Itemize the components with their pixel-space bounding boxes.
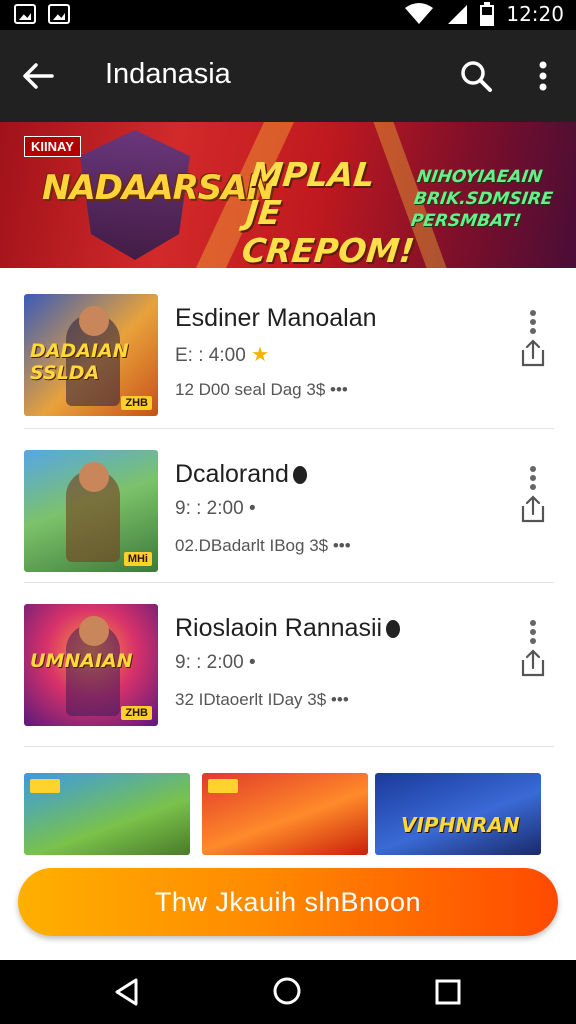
game-thumbnail: UMNAIAN ZHB (24, 604, 158, 726)
game-thumbnail: MHi (24, 450, 158, 572)
divider (24, 746, 554, 747)
featured-tile[interactable] (202, 773, 368, 855)
list-item[interactable]: MHi Dcalorand 9: : 2:00 • 02.DBadarlt IB… (24, 450, 554, 604)
game-thumbnail: DADAIAN SSLDA ZHB (24, 294, 158, 416)
promo-banner[interactable]: KIINAY NADAARSAN MPLAL JE CREPOM! NIHOYI… (0, 122, 576, 268)
game-name: Rioslaoin Rannasii (175, 614, 401, 643)
tile-chip (208, 779, 238, 793)
share-icon[interactable] (519, 648, 547, 678)
game-rating-text: E: : 4:00 (175, 345, 246, 366)
status-notifications (14, 4, 70, 24)
battery-icon (480, 2, 495, 26)
thumbnail-badge: ZHB (121, 396, 152, 410)
wifi-icon (405, 3, 434, 24)
app-bar: Indanasia (0, 30, 576, 122)
item-more-icon[interactable] (521, 618, 545, 646)
game-name: Dcalorand (175, 460, 307, 489)
search-icon[interactable] (456, 56, 496, 96)
banner-tag: KIINAY (24, 136, 81, 157)
game-meta: E: : 4:00 ★ (175, 342, 269, 367)
status-time: 12:20 (506, 2, 564, 26)
nav-back-icon[interactable] (112, 977, 142, 1007)
star-icon: ★ (251, 344, 269, 366)
notification-image-icon (14, 4, 36, 24)
game-meta: 9: : 2:00 • (175, 498, 256, 519)
game-meta: 9: : 2:00 • (175, 652, 256, 673)
primary-cta-button[interactable]: Thw Jkauih slnBnoon (18, 868, 558, 936)
thumbnail-badge: ZHB (121, 706, 152, 720)
thumbnail-character-head (79, 616, 109, 646)
nav-home-icon[interactable] (272, 976, 302, 1006)
share-icon[interactable] (519, 338, 547, 368)
featured-tile[interactable] (24, 773, 190, 855)
status-indicators: 12:20 (404, 2, 564, 26)
game-details: 12 D00 seal Dag 3$ ••• (175, 380, 348, 399)
page-title: Indanasia (105, 58, 231, 90)
game-name-text: Dcalorand (175, 460, 289, 488)
thumbnail-character-head (79, 462, 109, 492)
banner-subline: NIHOYIAEAIN BRIK.SDMSIRE PERSMBAT! (409, 167, 554, 231)
game-details: 02.DBadarlt IBog 3$ ••• (175, 536, 351, 555)
list-item[interactable]: DADAIAN SSLDA ZHB Esdiner Manoalan E: : … (24, 294, 554, 448)
divider (24, 582, 554, 583)
game-name-text: Rioslaoin Rannasii (175, 614, 383, 642)
item-more-icon[interactable] (521, 308, 545, 336)
verified-badge-icon (292, 466, 307, 485)
system-nav-bar (0, 960, 576, 1024)
list-item[interactable]: UMNAIAN ZHB Rioslaoin Rannasii 9: : 2:00… (24, 604, 554, 758)
featured-tiles: VIPHNRAN (24, 773, 554, 855)
tile-title: VIPHNRAN (401, 813, 520, 837)
nav-recent-apps-icon[interactable] (434, 978, 462, 1006)
game-name: Esdiner Manoalan (175, 304, 377, 332)
game-list: DADAIAN SSLDA ZHB Esdiner Manoalan E: : … (0, 268, 576, 960)
status-bar: 12:20 (0, 0, 576, 30)
cta-label: Thw Jkauih slnBnoon (154, 886, 422, 917)
featured-tile[interactable]: VIPHNRAN (375, 773, 541, 855)
divider (24, 428, 554, 429)
thumbnail-title: DADAIAN SSLDA (30, 340, 129, 384)
verified-badge-icon (386, 620, 401, 639)
thumbnail-character-head (79, 306, 109, 336)
more-vert-icon[interactable] (526, 56, 560, 96)
thumbnail-title: UMNAIAN (30, 650, 133, 672)
banner-brand: NADAARSAN (42, 168, 275, 208)
item-more-icon[interactable] (521, 464, 545, 492)
thumbnail-badge: MHi (123, 552, 152, 566)
game-details: 32 IDtaoerlt IDay 3$ ••• (175, 690, 349, 709)
back-arrow-icon[interactable] (18, 56, 58, 96)
notification-gallery-icon (48, 4, 70, 24)
signal-icon (448, 5, 468, 24)
tile-chip (30, 779, 60, 793)
banner-headline: MPLAL JE CREPOM! (240, 155, 417, 268)
share-icon[interactable] (519, 494, 547, 524)
